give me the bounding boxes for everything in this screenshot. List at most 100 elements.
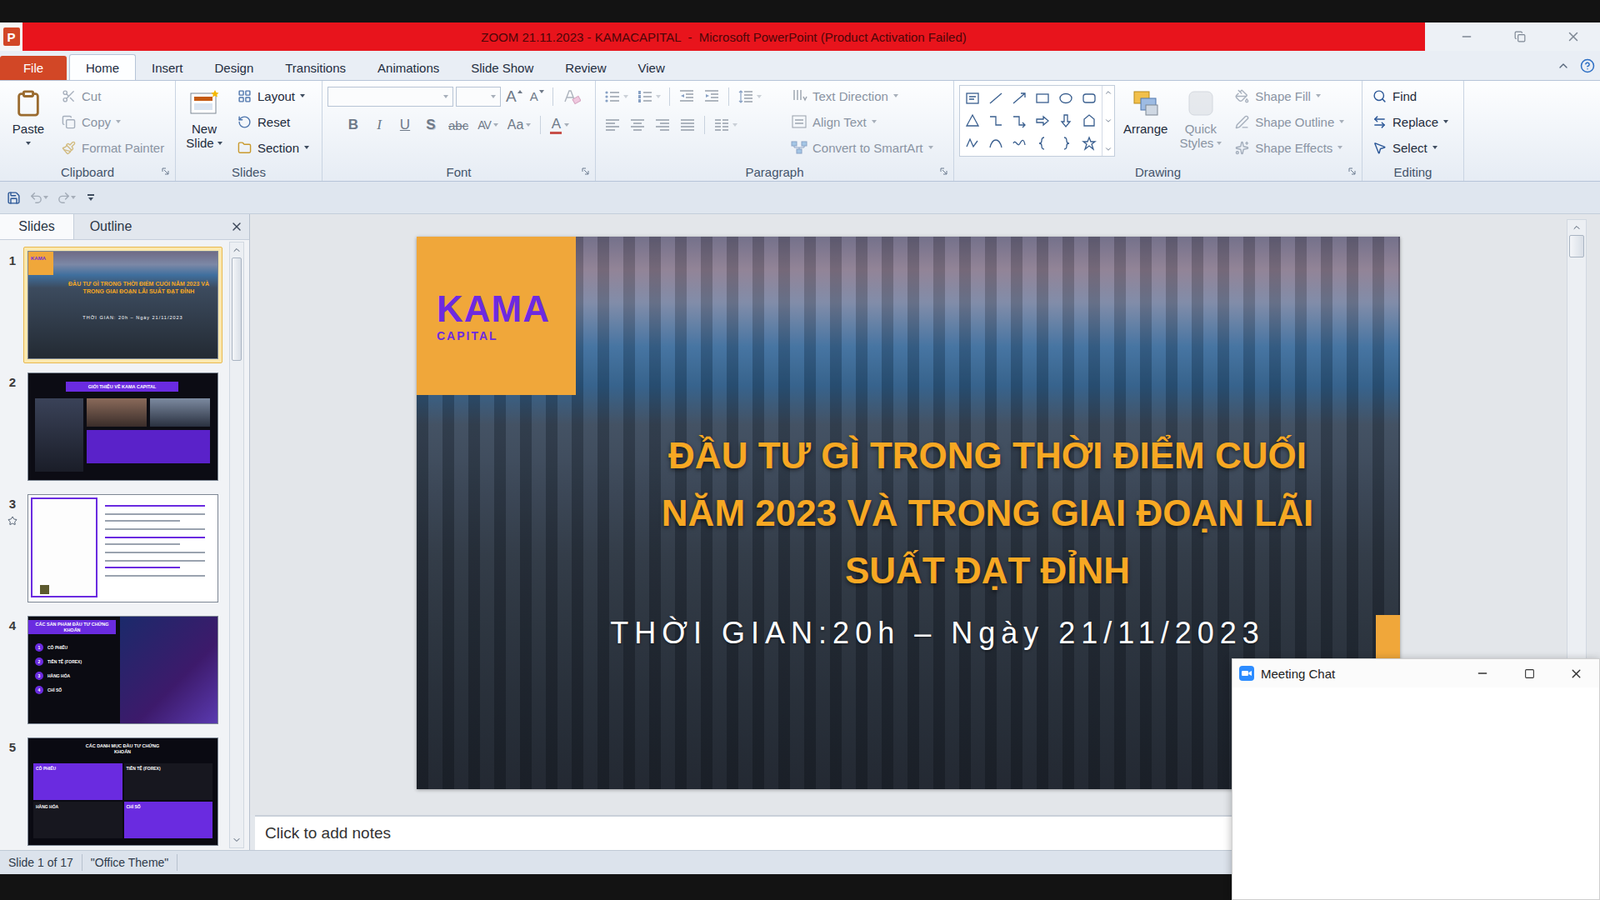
- scroll-thumb[interactable]: [231, 257, 242, 361]
- format-painter-button[interactable]: Format Painter: [56, 135, 168, 160]
- thumbnail-row[interactable]: 1KAMAĐẦU TƯ GÌ TRONG THỜI ĐIỂM CUỐI NĂM …: [3, 246, 230, 369]
- shape-option[interactable]: [984, 109, 1008, 132]
- thumbnail-row[interactable]: 3: [3, 490, 230, 612]
- align-center-button[interactable]: [625, 114, 650, 136]
- dialog-launcher-icon[interactable]: [161, 167, 170, 176]
- ribbon-tab[interactable]: Design: [199, 55, 270, 80]
- increase-indent-button[interactable]: [700, 85, 724, 108]
- new-slide-button[interactable]: NewSlide: [180, 83, 228, 152]
- shrink-font-button[interactable]: A: [527, 85, 547, 108]
- font-name-field[interactable]: [327, 86, 454, 107]
- gallery-up-icon[interactable]: [1104, 88, 1113, 97]
- chat-maximize-button[interactable]: [1505, 659, 1553, 688]
- decrease-indent-button[interactable]: [675, 85, 699, 108]
- shape-option[interactable]: [960, 131, 985, 155]
- color-button[interactable]: A: [546, 114, 573, 136]
- meeting-chat-window[interactable]: Meeting Chat: [1231, 658, 1600, 900]
- shape-option[interactable]: [1077, 131, 1101, 155]
- convert-smartart-button[interactable]: Convert to SmartArt: [787, 135, 937, 160]
- spacing-button[interactable]: AV: [474, 114, 502, 136]
- shape-option[interactable]: [1007, 109, 1031, 132]
- save-button[interactable]: [6, 190, 21, 205]
- app-icon-cell[interactable]: P: [0, 22, 23, 51]
- dialog-launcher-icon[interactable]: [940, 167, 949, 176]
- chat-minimize-button[interactable]: [1459, 659, 1506, 688]
- chat-title-bar[interactable]: Meeting Chat: [1232, 659, 1600, 688]
- shape-option[interactable]: [960, 109, 985, 132]
- minimize-button[interactable]: [1440, 22, 1494, 51]
- layout-button[interactable]: Layout: [232, 83, 313, 109]
- shape-option[interactable]: [1030, 131, 1055, 155]
- shape-option[interactable]: [1054, 86, 1078, 110]
- thumbnail-frame[interactable]: CÁC DANH MỤC ĐẦU TƯ CHỨNG KHOÁNCỔ PHIẾUT…: [23, 733, 223, 850]
- shape-option[interactable]: [960, 86, 985, 110]
- chat-close-button[interactable]: [1552, 659, 1600, 688]
- thumbnail-frame[interactable]: CÁC SẢN PHẨM ĐẦU TƯ CHỨNG KHOÁN1CỔ PHIẾU…: [23, 611, 223, 729]
- columns-button[interactable]: [710, 114, 741, 136]
- align-text-button[interactable]: Align Text: [787, 109, 937, 135]
- panel-scrollbar[interactable]: [229, 241, 245, 849]
- slide-thumbnail[interactable]: GIỚI THIỆU VỀ KAMA CAPITAL: [27, 372, 219, 481]
- align-left-button[interactable]: [600, 114, 625, 136]
- thumbnail-frame[interactable]: KAMAĐẦU TƯ GÌ TRONG THỜI ĐIỂM CUỐI NĂM 2…: [23, 246, 223, 364]
- gallery-down-icon[interactable]: [1104, 116, 1113, 125]
- quick-styles-button[interactable]: QuickStyles: [1175, 83, 1225, 152]
- italic-button[interactable]: I: [367, 114, 391, 136]
- ribbon-tab[interactable]: Review: [549, 55, 622, 80]
- slide-thumbnail[interactable]: CÁC DANH MỤC ĐẦU TƯ CHỨNG KHOÁNCỔ PHIẾUT…: [27, 737, 219, 846]
- bold-button[interactable]: B: [341, 114, 365, 136]
- case-button[interactable]: Aa: [504, 114, 535, 136]
- close-panel-button[interactable]: [224, 214, 250, 240]
- minimize-ribbon-icon[interactable]: [1556, 59, 1570, 73]
- line-spacing-button[interactable]: [734, 85, 765, 108]
- ribbon-tab[interactable]: Slide Show: [455, 55, 550, 80]
- paste-button[interactable]: Paste: [5, 83, 52, 152]
- dialog-launcher-icon[interactable]: [581, 167, 590, 176]
- shape-effects-button[interactable]: Shape Effects: [1230, 135, 1348, 160]
- font-size-field[interactable]: [455, 86, 501, 107]
- cut-button[interactable]: Cut: [56, 83, 168, 109]
- transition-star-icon[interactable]: [7, 515, 18, 526]
- slide-thumbnail[interactable]: CÁC SẢN PHẨM ĐẦU TƯ CHỨNG KHOÁN1CỔ PHIẾU…: [27, 615, 219, 725]
- copy-button[interactable]: Copy: [56, 109, 168, 135]
- shape-fill-button[interactable]: Shape Fill: [1230, 83, 1348, 109]
- align-right-button[interactable]: [650, 114, 675, 136]
- ribbon-tab[interactable]: Transitions: [269, 55, 362, 80]
- replace-button[interactable]: Replace: [1367, 109, 1452, 135]
- thumbnail-row[interactable]: 2GIỚI THIỆU VỀ KAMA CAPITAL: [3, 368, 230, 490]
- close-button[interactable]: [1546, 22, 1600, 51]
- ribbon-tab[interactable]: File: [0, 55, 67, 80]
- ribbon-tab[interactable]: Animations: [361, 55, 455, 80]
- shape-option[interactable]: [1030, 109, 1055, 132]
- find-button[interactable]: Find: [1367, 83, 1452, 109]
- slide-thumbnail[interactable]: [27, 494, 219, 603]
- clear-formatting-button[interactable]: [559, 85, 585, 108]
- scroll-up-icon[interactable]: [1567, 220, 1586, 235]
- shape-option[interactable]: [1007, 131, 1031, 155]
- shape-option[interactable]: [1054, 131, 1078, 155]
- redo-button[interactable]: [56, 190, 76, 205]
- ribbon-tab[interactable]: Insert: [135, 55, 200, 80]
- shape-option[interactable]: [1030, 86, 1055, 110]
- slide-thumbnail[interactable]: KAMAĐẦU TƯ GÌ TRONG THỜI ĐIỂM CUỐI NĂM 2…: [27, 250, 219, 360]
- select-button[interactable]: Select: [1367, 135, 1452, 160]
- text-direction-button[interactable]: Text Direction: [787, 83, 937, 109]
- scroll-down-icon[interactable]: [230, 832, 244, 848]
- shadow-button[interactable]: S: [419, 114, 443, 136]
- panel-tab[interactable]: Slides: [0, 214, 75, 240]
- undo-button[interactable]: [29, 190, 49, 205]
- reset-button[interactable]: Reset: [232, 109, 313, 135]
- shape-option[interactable]: [984, 131, 1008, 155]
- thumbnail-row[interactable]: 4CÁC SẢN PHẨM ĐẦU TƯ CHỨNG KHOÁN1CỔ PHIẾ…: [3, 611, 230, 734]
- font-size-dropdown[interactable]: [486, 87, 500, 106]
- gallery-more-icon[interactable]: [1104, 145, 1113, 154]
- shape-option[interactable]: [1007, 86, 1031, 110]
- grow-font-button[interactable]: A: [503, 85, 525, 108]
- ribbon-tab[interactable]: View: [621, 55, 680, 80]
- thumbnail-frame[interactable]: [23, 490, 223, 607]
- panel-tab[interactable]: Outline: [74, 214, 148, 240]
- ribbon-tab[interactable]: Home: [69, 54, 136, 80]
- slide-date[interactable]: THỜI GIAN:20h – Ngày 21/11/2023: [516, 613, 1359, 654]
- thumbnail-row[interactable]: 5CÁC DANH MỤC ĐẦU TƯ CHỨNG KHOÁNCỔ PHIẾU…: [3, 733, 230, 850]
- shape-option[interactable]: [984, 86, 1008, 110]
